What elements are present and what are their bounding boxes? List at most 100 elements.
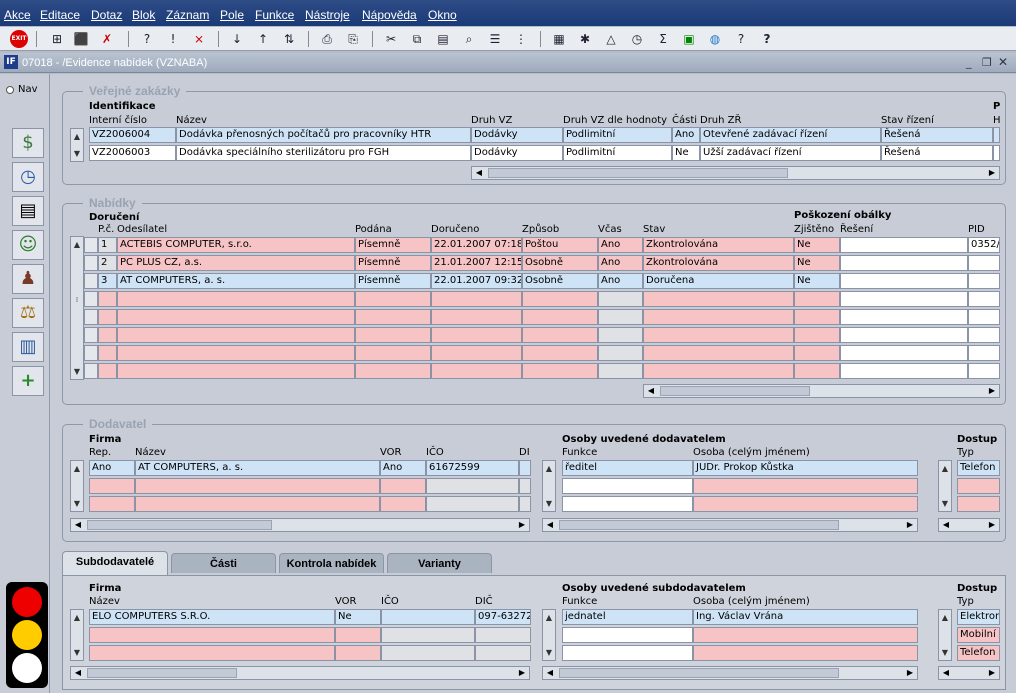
cell-empty[interactable]: [562, 627, 693, 643]
nab-cell-zpusob[interactable]: [522, 309, 598, 325]
cell-druh-zr[interactable]: Užší zadávací řízení: [700, 145, 881, 161]
nab-cell-doruceno[interactable]: [431, 309, 522, 325]
nab-cell-odes[interactable]: [117, 327, 355, 343]
find-icon[interactable]: ⌕: [460, 30, 478, 48]
cell-empty[interactable]: [957, 478, 1000, 494]
cell-interni[interactable]: VZ2006003: [89, 145, 176, 161]
copy-icon[interactable]: ⧉: [408, 30, 426, 48]
nab-cell-pc[interactable]: [98, 309, 117, 325]
query-icon[interactable]: ?: [138, 30, 156, 48]
nab-cell-doruceno[interactable]: 22.01.2007 09:32: [431, 273, 522, 289]
calendar-icon[interactable]: ▦: [550, 30, 568, 48]
cell-empty[interactable]: [380, 478, 426, 494]
nab-cell-vcas[interactable]: Ano: [598, 237, 643, 253]
menu-akce[interactable]: Akce: [4, 8, 31, 22]
menu-editace[interactable]: Editace: [40, 8, 80, 22]
dod-osoby-vscroll[interactable]: ▲ ▼: [542, 460, 556, 512]
cell-druh[interactable]: Dodávky: [471, 127, 563, 143]
notebook-icon[interactable]: ▤: [12, 196, 44, 226]
nab-cell-zjisteno[interactable]: [794, 345, 840, 361]
nab-cell-doruceno[interactable]: [431, 363, 522, 379]
nab-cell-zjisteno[interactable]: Ne: [794, 237, 840, 253]
nab-cell-stav[interactable]: [643, 363, 794, 379]
help-context-icon[interactable]: ?: [732, 30, 750, 48]
users-icon[interactable]: ☺: [12, 230, 44, 260]
cell-empty[interactable]: [693, 627, 918, 643]
cell-ico[interactable]: [381, 609, 475, 625]
nab-cell-zjisteno[interactable]: [794, 309, 840, 325]
nab-cell-vcas[interactable]: [598, 345, 643, 361]
row-selector[interactable]: [84, 363, 98, 379]
cell-empty[interactable]: [519, 496, 531, 512]
cut-icon[interactable]: ✂: [382, 30, 400, 48]
menu-pole[interactable]: Pole: [220, 8, 244, 22]
dod-hscroll[interactable]: ◀ ▶: [70, 518, 530, 532]
sort-desc-icon[interactable]: ↑: [254, 30, 272, 48]
nab-cell-pid[interactable]: [968, 345, 1000, 361]
help-icon[interactable]: ?: [758, 30, 776, 48]
cell-empty[interactable]: [562, 496, 693, 512]
nab-cell-pc[interactable]: [98, 345, 117, 361]
nab-cell-stav[interactable]: Doručena: [643, 273, 794, 289]
dod-dostup-vscroll[interactable]: ▲ ▼: [938, 460, 952, 512]
print-preview-icon[interactable]: ⎘: [344, 30, 362, 48]
cell-vor[interactable]: Ne: [335, 609, 381, 625]
vz-vscroll[interactable]: ▲ ▼: [70, 128, 84, 162]
cell-empty[interactable]: [335, 645, 381, 661]
cell-empty[interactable]: [381, 645, 475, 661]
scales-icon[interactable]: ⚖: [12, 298, 44, 328]
sum-icon[interactable]: Σ: [654, 30, 672, 48]
nab-cell-zjisteno[interactable]: [794, 291, 840, 307]
close-icon[interactable]: ✕: [998, 55, 1008, 69]
nab-cell-zjisteno[interactable]: Ne: [794, 273, 840, 289]
row-selector[interactable]: [84, 327, 98, 343]
nab-cell-doruceno[interactable]: 22.01.2007 07:18: [431, 237, 522, 253]
menu-nastroje[interactable]: Nástroje: [305, 8, 350, 22]
nab-cell-pid[interactable]: [968, 255, 1000, 271]
nab-cell-vcas[interactable]: [598, 327, 643, 343]
cell-empty[interactable]: [426, 478, 519, 494]
nab-cell-reseni[interactable]: [840, 345, 968, 361]
nab-cell-doruceno[interactable]: [431, 345, 522, 361]
nab-cell-stav[interactable]: [643, 291, 794, 307]
cell-ico[interactable]: 61672599: [426, 460, 519, 476]
nab-cell-zpusob[interactable]: [522, 291, 598, 307]
cell-empty[interactable]: [89, 627, 335, 643]
cell-extra[interactable]: [993, 145, 1000, 161]
nab-cell-zpusob[interactable]: Osobně: [522, 273, 598, 289]
nab-cell-stav[interactable]: [643, 309, 794, 325]
nab-cell-zpusob[interactable]: [522, 363, 598, 379]
nab-cell-reseni[interactable]: [840, 363, 968, 379]
cell-druh[interactable]: Dodávky: [471, 145, 563, 161]
menu-zaznam[interactable]: Záznam: [166, 8, 209, 22]
cell-dic[interactable]: 097-63272: [475, 609, 531, 625]
nab-cell-pid[interactable]: 0352/: [968, 237, 1000, 253]
sort-asc-icon[interactable]: ↓: [228, 30, 246, 48]
cell-stav[interactable]: Řešená: [881, 145, 993, 161]
insert-record-icon[interactable]: ⊞: [48, 30, 66, 48]
menu-napoveda[interactable]: Nápověda: [362, 8, 417, 22]
nab-cell-vcas[interactable]: Ano: [598, 255, 643, 271]
nab-cell-reseni[interactable]: [840, 237, 968, 253]
sub-dostup-vscroll[interactable]: ▲ ▼: [938, 609, 952, 661]
execute-query-icon[interactable]: !: [164, 30, 182, 48]
cell-funkce[interactable]: jednatel: [562, 609, 693, 625]
cell-funkce[interactable]: ředitel: [562, 460, 693, 476]
cell-typ[interactable]: Telefon: [957, 460, 1000, 476]
nab-cell-odes[interactable]: [117, 291, 355, 307]
vz-hscroll[interactable]: ◀ ▶: [471, 166, 1000, 180]
nab-vscroll[interactable]: ▲ ⁞ ▼: [70, 236, 84, 380]
clock-icon[interactable]: ◷: [628, 30, 646, 48]
cell-empty[interactable]: [381, 627, 475, 643]
triangle-icon[interactable]: △: [602, 30, 620, 48]
nab-cell-reseni[interactable]: [840, 291, 968, 307]
dod-osoby-hscroll[interactable]: ◀ ▶: [542, 518, 918, 532]
document-icon[interactable]: ▥: [12, 332, 44, 362]
print-icon[interactable]: ⎙: [318, 30, 336, 48]
nab-cell-podana[interactable]: Písemně: [355, 237, 431, 253]
cell-typ[interactable]: Telefon: [957, 645, 1000, 661]
nab-cell-pc[interactable]: [98, 363, 117, 379]
nab-cell-stav[interactable]: [643, 327, 794, 343]
tree-icon[interactable]: ⋮: [512, 30, 530, 48]
money-icon[interactable]: $: [12, 128, 44, 158]
